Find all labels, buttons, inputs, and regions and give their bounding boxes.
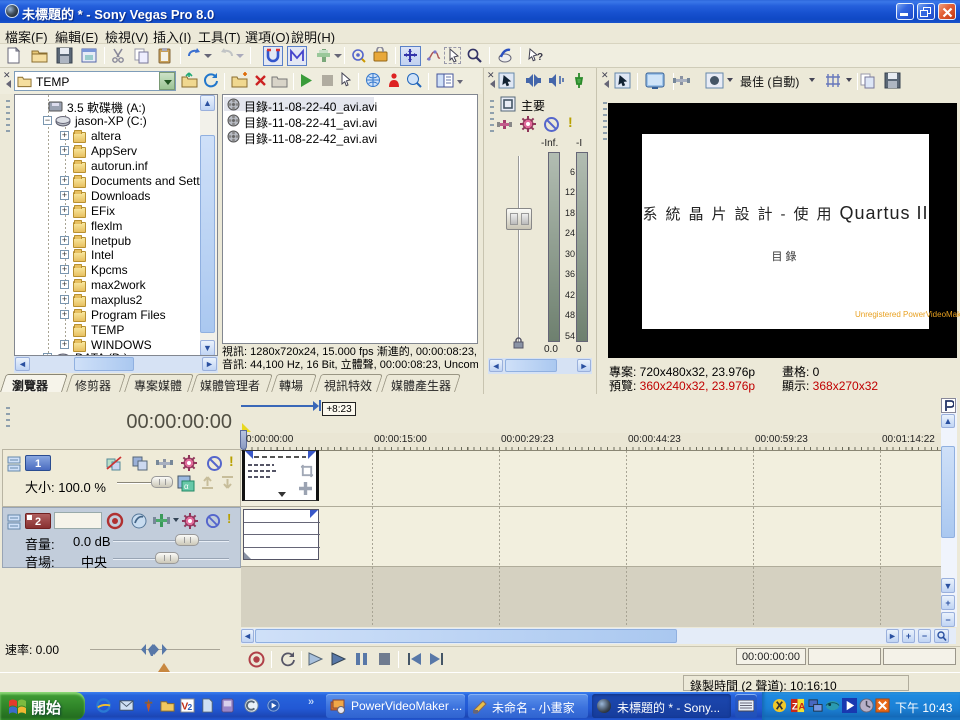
svg-text:2: 2 (188, 702, 193, 712)
svg-text:Z: Z (792, 701, 798, 711)
svg-text:A: A (798, 701, 805, 711)
svg-text:α: α (184, 482, 189, 491)
svg-text:?: ? (537, 52, 543, 63)
